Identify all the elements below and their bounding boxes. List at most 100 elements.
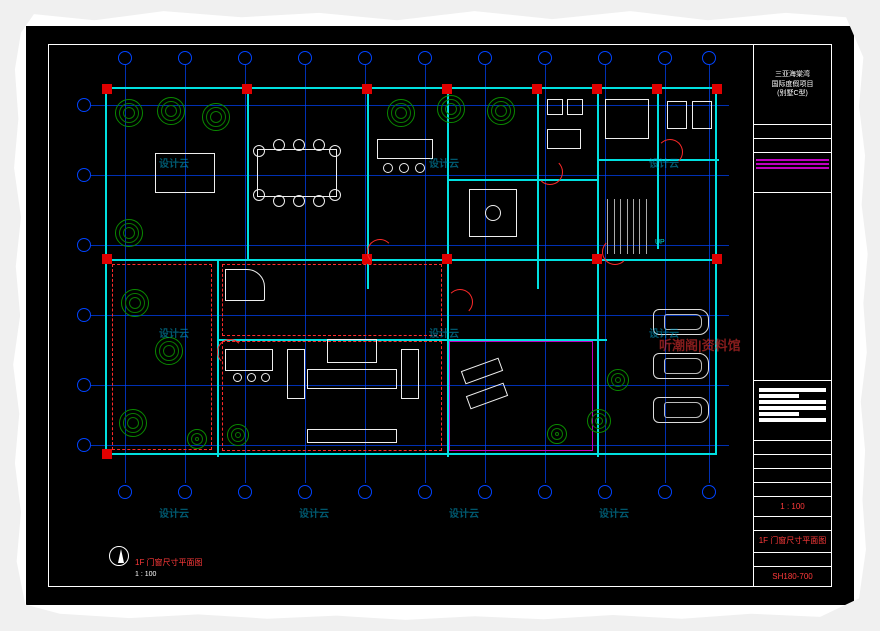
chair	[261, 373, 270, 382]
plant-icon	[157, 97, 185, 125]
column	[102, 449, 112, 459]
grid-bubble	[658, 485, 672, 499]
wall	[597, 89, 599, 457]
plant-icon	[387, 99, 415, 127]
chair	[293, 139, 305, 151]
grid-bubble	[358, 485, 372, 499]
sofa	[307, 369, 397, 389]
plant-icon	[437, 95, 465, 123]
grid-bubble	[238, 51, 252, 65]
tv-cabinet	[307, 429, 397, 443]
watermark: 设计云	[159, 505, 189, 520]
reflecting-pool	[155, 153, 215, 193]
chair	[293, 195, 305, 207]
wardrobe	[667, 101, 687, 129]
scale: 1 : 100	[754, 497, 831, 517]
door-swing	[447, 289, 473, 315]
column	[652, 84, 662, 94]
plant-icon	[587, 409, 611, 433]
grid-bubble	[478, 485, 492, 499]
grid-bubble	[298, 485, 312, 499]
plant-icon	[121, 289, 149, 317]
car	[653, 397, 709, 423]
tb-row	[754, 125, 831, 139]
tb-row-accent	[754, 153, 831, 193]
tb-row	[754, 483, 831, 497]
column	[442, 84, 452, 94]
dining-table	[257, 149, 337, 197]
chair	[313, 195, 325, 207]
column	[242, 84, 252, 94]
column	[442, 254, 452, 264]
plant-icon	[155, 337, 183, 365]
door-swing	[367, 239, 393, 265]
car	[653, 353, 709, 379]
car	[653, 309, 709, 335]
plant-icon	[487, 97, 515, 125]
door-swing	[537, 159, 563, 185]
title-block: 三亚海棠湾 国际度假项目 (别墅C型)	[753, 45, 831, 586]
grid-bubble	[658, 51, 672, 65]
stool	[399, 163, 409, 173]
chair	[247, 373, 256, 382]
project-line2: 国际度假项目	[772, 80, 814, 90]
chair	[253, 145, 265, 157]
column	[532, 84, 542, 94]
drawing-area: UP	[49, 45, 753, 586]
sink	[547, 99, 563, 115]
wall	[247, 89, 249, 259]
chair	[329, 189, 341, 201]
sofa	[287, 349, 305, 399]
bathtub	[547, 129, 581, 149]
grid-bubble	[77, 98, 91, 112]
desk	[225, 349, 273, 371]
staircase	[602, 199, 652, 254]
grid-bubble	[702, 485, 716, 499]
plant-icon	[227, 424, 249, 446]
wall	[597, 159, 719, 161]
grid-bubble	[478, 51, 492, 65]
kitchen-island	[377, 139, 433, 159]
chair	[253, 189, 265, 201]
grid-bubble	[77, 308, 91, 322]
sheet-no: SH180-700	[754, 567, 831, 586]
plant-icon	[607, 369, 629, 391]
ornament	[485, 205, 501, 221]
project-name: 三亚海棠湾 国际度假项目 (别墅C型)	[754, 45, 831, 125]
building-outline: UP	[105, 87, 717, 455]
grand-piano	[225, 269, 265, 301]
chair	[329, 145, 341, 157]
column	[362, 84, 372, 94]
sofa	[605, 99, 649, 139]
column	[712, 84, 722, 94]
north-arrow-icon	[109, 546, 129, 566]
watermark: 设计云	[449, 505, 479, 520]
tb-revision-bars	[754, 381, 831, 441]
grid-bubble	[118, 485, 132, 499]
grid-bubble	[118, 51, 132, 65]
sofa	[401, 349, 419, 399]
watermark: 设计云	[299, 505, 329, 520]
grid-bubble	[418, 485, 432, 499]
grid-bubble	[77, 238, 91, 252]
grid-bubble	[358, 51, 372, 65]
column	[592, 84, 602, 94]
project-line1: 三亚海棠湾	[772, 70, 814, 80]
tb-row	[754, 139, 831, 153]
grid-bubble	[538, 51, 552, 65]
grid-bubble	[702, 51, 716, 65]
plant-icon	[202, 103, 230, 131]
stool	[415, 163, 425, 173]
grid-bubble	[418, 51, 432, 65]
plant-icon	[115, 219, 143, 247]
chair	[233, 373, 242, 382]
toilet	[692, 101, 712, 129]
grid-bubble	[178, 485, 192, 499]
tb-row	[754, 455, 831, 469]
chair	[313, 139, 325, 151]
stool	[383, 163, 393, 173]
chair	[273, 195, 285, 207]
grid-bubble	[598, 51, 612, 65]
stair-up-label: UP	[655, 239, 665, 246]
tb-row	[754, 441, 831, 455]
